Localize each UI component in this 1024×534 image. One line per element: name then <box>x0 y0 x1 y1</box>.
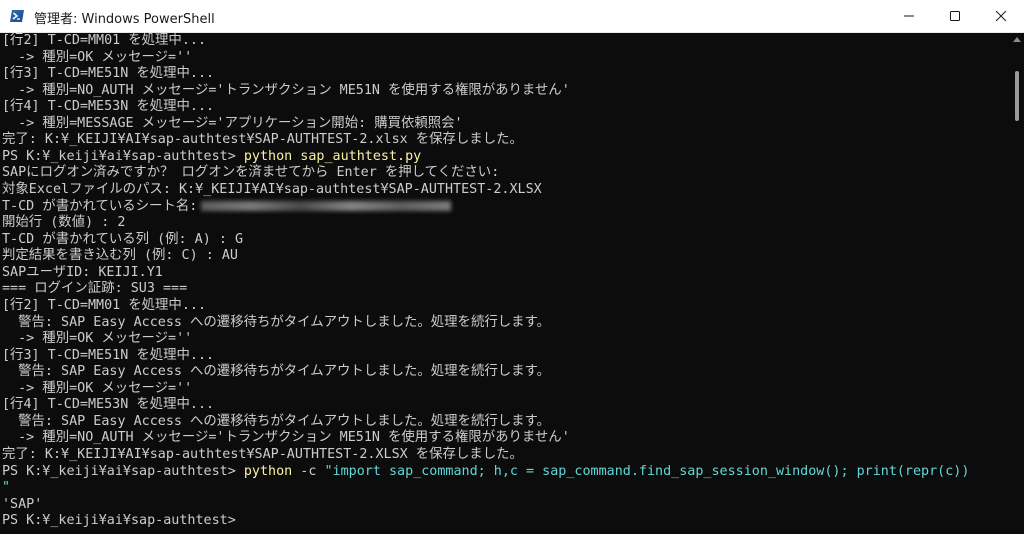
console-line: 警告: SAP Easy Access への遷移待ちがタイムアウトしました。処理… <box>2 414 550 430</box>
console-line: SAPにログオン済みですか？ ログオンを済ませてから Enter を押してくださ… <box>2 165 499 181</box>
console-text: "import sap_command; h,c = sap_command.f… <box>324 463 970 479</box>
scroll-up-icon[interactable] <box>1013 37 1021 42</box>
console-line: [行3] T-CD=ME51N を処理中... <box>2 66 214 82</box>
console-line: -> 種別=OK メッセージ='' <box>2 381 192 397</box>
console-text: [行4] T-CD=ME53N を処理中... <box>2 397 215 413</box>
console-text: SAPにログオン済みですか？ ログオンを済ませてから Enter を押してくださ… <box>2 165 500 181</box>
console-output[interactable]: [行2] T-CD=MM01 を処理中... -> 種別=OK メッセージ=''… <box>0 33 1010 534</box>
console-text: 判定結果を書き込む列 (例: C) : AU <box>2 248 238 264</box>
console-text: [行2] T-CD=MM01 を処理中... <box>2 33 207 48</box>
console-text: python sap_authtest.py <box>243 148 422 164</box>
console-line: === ログイン証跡: SU3 === <box>2 281 187 297</box>
scrollbar-thumb[interactable] <box>1015 71 1019 121</box>
console-line: [行2] T-CD=MM01 を処理中... <box>2 298 206 314</box>
console-line: 'SAP' <box>2 497 42 513</box>
powershell-icon <box>10 10 24 22</box>
console-line: -> 種別=MESSAGE メッセージ='アプリケーション開始: 購買依頼照会' <box>2 116 463 132</box>
console-text: PS K:¥_keiji¥ai¥sap-authtest> <box>2 463 244 479</box>
console-text: [行3] T-CD=ME51N を処理中... <box>2 66 215 82</box>
console-line: 対象Excelファイルのパス: K:¥_KEIJI¥AI¥sap-authtes… <box>2 182 542 198</box>
close-button[interactable] <box>978 0 1024 32</box>
console-text: -> 種別=OK メッセージ='' <box>2 331 193 347</box>
console-text: [行4] T-CD=ME53N を処理中... <box>2 99 215 115</box>
console-text: -> 種別=OK メッセージ='' <box>2 49 193 65</box>
console-text: 警告: SAP Easy Access への遷移待ちがタイムアウトしました。処理… <box>2 413 550 429</box>
console-text: 警告: SAP Easy Access への遷移待ちがタイムアウトしました。処理… <box>2 364 550 380</box>
console-text: -> 種別=NO_AUTH メッセージ='トランザクション ME51N を使用す… <box>2 430 570 446</box>
title-bar[interactable]: 管理者: Windows PowerShell <box>0 0 1024 33</box>
console-line: [行4] T-CD=ME53N を処理中... <box>2 397 214 413</box>
console-line: -> 種別=NO_AUTH メッセージ='トランザクション ME51N を使用す… <box>2 83 570 99</box>
console-line: PS K:¥_keiji¥ai¥sap-authtest> <box>2 513 236 529</box>
minimize-button[interactable] <box>886 0 932 32</box>
console-line: 完了: K:¥_KEIJI¥AI¥sap-authtest¥SAP-AUTHTE… <box>2 132 523 148</box>
console-text: PS K:¥_keiji¥ai¥sap-authtest> <box>2 513 236 529</box>
console-line: [行3] T-CD=ME51N を処理中... <box>2 348 214 364</box>
console-text: 開始行 (数値) : 2 <box>2 215 126 231</box>
console-text: 完了: K:¥_KEIJI¥AI¥sap-authtest¥SAP-AUTHTE… <box>2 132 523 148</box>
console-line: 判定結果を書き込む列 (例: C) : AU <box>2 248 238 264</box>
console-line: -> 種別=OK メッセージ='' <box>2 50 192 66</box>
console-line: T-CD が書かれている列 (例: A) : G <box>2 232 243 248</box>
close-icon <box>995 10 1007 22</box>
console-text: 対象Excelファイルのパス: K:¥_KEIJI¥AI¥sap-authtes… <box>2 182 542 198</box>
console-line: PS K:¥_keiji¥ai¥sap-authtest> python sap… <box>2 149 421 165</box>
console-text: -c <box>292 463 325 479</box>
console-line: 完了: K:¥_KEIJI¥AI¥sap-authtest¥SAP-AUTHTE… <box>2 447 523 463</box>
vertical-scrollbar[interactable] <box>1010 33 1024 534</box>
console-text: [行3] T-CD=ME51N を処理中... <box>2 347 215 363</box>
console-line: SAPユーザID: KEIJI.Y1 <box>2 265 163 281</box>
console-text: === ログイン証跡: SU3 === <box>2 281 188 297</box>
console-line: 警告: SAP Easy Access への遷移待ちがタイムアウトしました。処理… <box>2 364 550 380</box>
console-text: 完了: K:¥_KEIJI¥AI¥sap-authtest¥SAP-AUTHTE… <box>2 447 523 462</box>
console-text: -> 種別=NO_AUTH メッセージ='トランザクション ME51N を使用す… <box>2 82 570 98</box>
console-text: -> 種別=OK メッセージ='' <box>2 380 193 396</box>
console-text: 警告: SAP Easy Access への遷移待ちがタイムアウトしました。処理… <box>2 314 550 330</box>
console-text: [行2] T-CD=MM01 を処理中... <box>2 297 207 313</box>
console-line: [行4] T-CD=ME53N を処理中... <box>2 99 214 115</box>
console-text: -> 種別=MESSAGE メッセージ='アプリケーション開始: 購買依頼照会' <box>2 115 463 131</box>
console-line: [行2] T-CD=MM01 を処理中... <box>2 33 206 49</box>
console-text: 'SAP' <box>2 496 43 512</box>
console-line: 開始行 (数値) : 2 <box>2 215 125 231</box>
console-text: T-CD が書かれている列 (例: A) : G <box>2 231 244 247</box>
maximize-icon <box>950 11 960 21</box>
console-line: T-CD が書かれているシート名: <box>2 198 452 215</box>
console-text: " <box>2 480 11 496</box>
window-title: 管理者: Windows PowerShell <box>34 12 215 27</box>
minimize-icon <box>904 15 914 17</box>
powershell-window: 管理者: Windows PowerShell [行2] T-CD=MM01 を… <box>0 0 1024 534</box>
console-text: python <box>243 463 293 479</box>
console-line: " <box>2 480 10 496</box>
console-line: -> 種別=OK メッセージ='' <box>2 331 192 347</box>
maximize-button[interactable] <box>932 0 978 32</box>
console-text: SAPユーザID: KEIJI.Y1 <box>2 264 163 280</box>
console-line: -> 種別=NO_AUTH メッセージ='トランザクション ME51N を使用す… <box>2 430 570 446</box>
redacted-text <box>201 200 452 211</box>
console-text: PS K:¥_keiji¥ai¥sap-authtest> <box>2 148 244 164</box>
console-line: 警告: SAP Easy Access への遷移待ちがタイムアウトしました。処理… <box>2 315 550 331</box>
console-text: T-CD が書かれているシート名: <box>2 198 198 214</box>
console-line: PS K:¥_keiji¥ai¥sap-authtest> python -c … <box>2 464 969 480</box>
